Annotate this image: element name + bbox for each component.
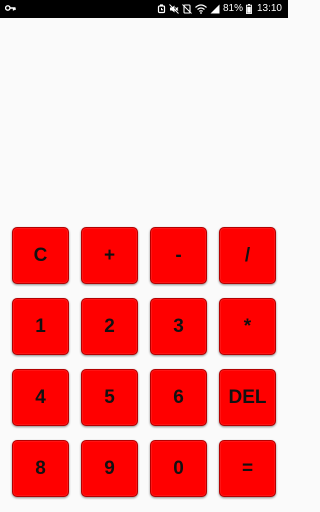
digit-3-button[interactable]: 3 [150,298,207,355]
add-button[interactable]: + [81,227,138,284]
digit-8-button[interactable]: 8 [12,440,69,497]
battery-icon [246,4,252,14]
digit-0-button[interactable]: 0 [150,440,207,497]
digit-6-button[interactable]: 6 [150,369,207,426]
digit-0-label: 0 [173,457,184,479]
delete-button[interactable]: DEL [219,369,276,426]
multiply-button[interactable]: * [219,298,276,355]
digit-4-button[interactable]: 4 [12,369,69,426]
divide-button-label: / [244,244,251,266]
clear-button-label: C [33,244,48,266]
subtract-button-label: - [175,244,182,266]
clock-time: 13:10 [256,3,282,14]
add-button-label: + [103,244,116,266]
mute-icon [169,4,179,14]
equals-button-label: = [241,457,254,479]
silent-icon [182,4,192,14]
equals-button[interactable]: = [219,440,276,497]
digit-2-label: 2 [104,315,115,337]
delete-button-label: DEL [228,386,267,408]
clear-button[interactable]: C [12,227,69,284]
digit-1-button[interactable]: 1 [12,298,69,355]
digit-9-button[interactable]: 9 [81,440,138,497]
digit-9-label: 9 [104,457,115,479]
calculator-screen: 81% 13:10 C + - / 1 2 3 * 4 5 6 DEL 8 9 … [0,0,288,512]
wifi-icon [195,4,207,14]
keypad: C + - / 1 2 3 * 4 5 6 DEL 8 9 0 = [12,227,276,497]
battery-percentage: 81% [222,3,243,14]
key-icon [4,4,16,15]
subtract-button[interactable]: - [150,227,207,284]
signal-icon [210,4,220,14]
digit-2-button[interactable]: 2 [81,298,138,355]
divide-button[interactable]: / [219,227,276,284]
digit-6-label: 6 [173,386,184,408]
digit-1-label: 1 [35,315,46,337]
digit-5-button[interactable]: 5 [81,369,138,426]
multiply-button-label: * [243,315,252,337]
alarm-icon [157,4,166,14]
digit-4-label: 4 [35,386,46,408]
digit-8-label: 8 [35,457,46,479]
digit-3-label: 3 [173,315,184,337]
digit-5-label: 5 [104,386,115,408]
status-bar: 81% 13:10 [0,0,288,18]
calculator-display [0,18,288,223]
